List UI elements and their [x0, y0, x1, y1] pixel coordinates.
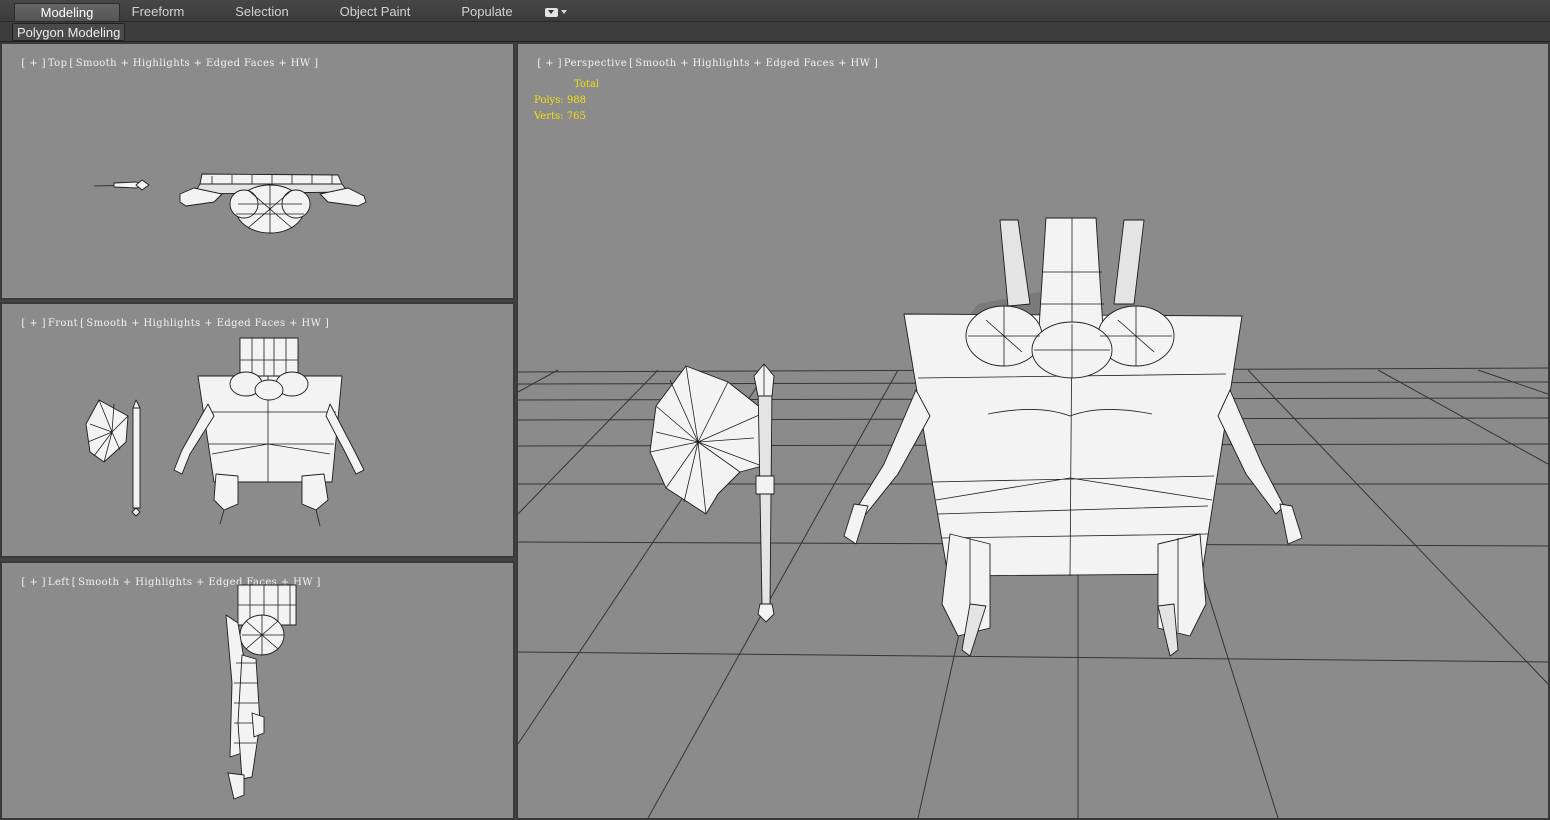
viewport-top[interactable]: [ + ] Top[Smooth + Highlights + Edged Fac… — [0, 42, 515, 300]
tab-populate[interactable]: Populate — [452, 3, 522, 21]
viewport-left[interactable]: [ + ] Left[Smooth + Highlights + Edged Fa… — [0, 561, 515, 820]
tab-object-paint[interactable]: Object Paint — [330, 3, 420, 21]
ribbon-tab-bar: Modeling Freeform Selection Object Paint… — [0, 0, 1550, 22]
viewport-perspective[interactable]: [ + ] Perspective[Smooth + Highlights + E… — [516, 42, 1550, 820]
character-model-left — [225, 584, 297, 800]
polygon-modeling-panel-button[interactable]: Polygon Modeling — [12, 23, 126, 41]
character-model-perspective — [843, 217, 1303, 657]
tab-freeform[interactable]: Freeform — [122, 3, 194, 21]
perspective-scene — [518, 217, 1548, 818]
tab-selection[interactable]: Selection — [224, 3, 300, 21]
character-model-top — [179, 173, 367, 234]
viewport-front[interactable]: [ + ] Front[Smooth + Highlights + Edged F… — [0, 302, 515, 558]
axe-model-top — [93, 179, 150, 191]
chevron-down-icon — [561, 10, 567, 14]
ribbon-options-button[interactable] — [541, 3, 571, 21]
axe-model-front — [85, 399, 141, 517]
dropdown-box-icon — [545, 7, 558, 17]
ribbon-panel: Polygon Modeling — [0, 22, 1550, 42]
top-view-scene — [93, 173, 367, 234]
tab-modeling[interactable]: Modeling — [14, 3, 120, 21]
front-view-scene — [85, 337, 365, 527]
left-view-scene — [225, 584, 297, 800]
character-model-front — [173, 337, 365, 527]
axe-model-perspective — [649, 363, 775, 623]
